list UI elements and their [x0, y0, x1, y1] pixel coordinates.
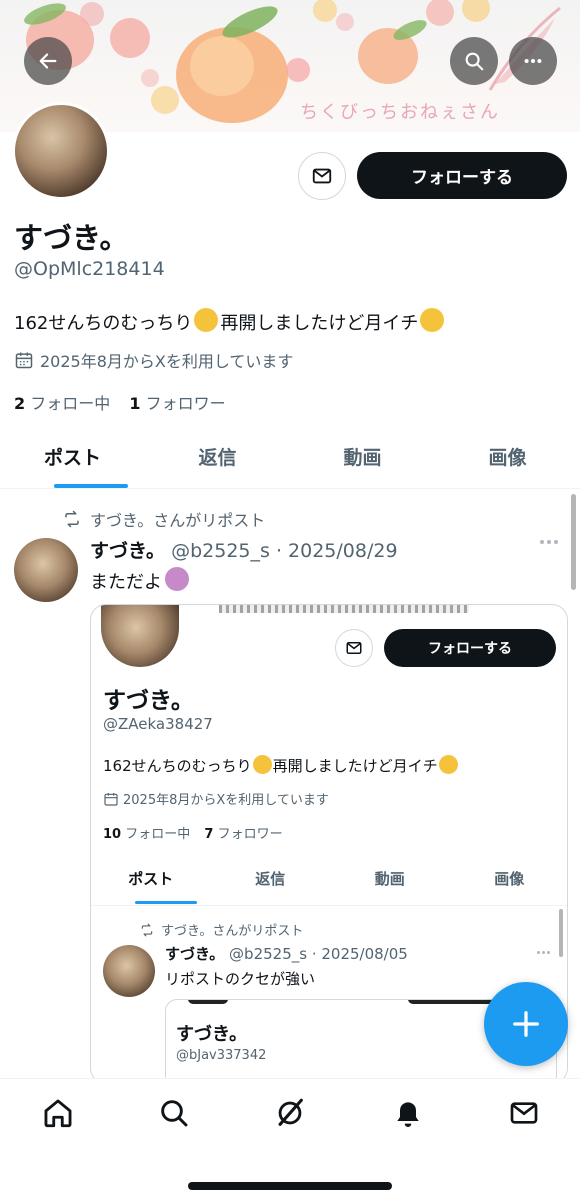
embed-tab-indicator — [135, 901, 197, 904]
embed-avatar — [101, 605, 179, 667]
shrug-emoji-icon — [165, 567, 189, 591]
embed-post-header: すづき。 @b2525_s · 2025/08/05 — [165, 945, 408, 963]
following-link[interactable]: 2 フォロー中 — [14, 394, 110, 413]
page-scrollbar[interactable] — [571, 494, 576, 590]
messages-icon — [510, 1102, 538, 1124]
profile-name: すづき。 — [14, 221, 129, 255]
embed-follow-button: フォローする — [384, 629, 556, 667]
compose-button[interactable] — [484, 982, 568, 1066]
repost-icon — [65, 510, 79, 528]
banner-caption: ちくびっちおねぇさん — [300, 102, 500, 123]
joined-text: 2025年8月からXを利用しています — [40, 352, 294, 371]
home-icon — [44, 1099, 72, 1128]
post-avatar[interactable] — [14, 538, 78, 602]
smirk-emoji-icon — [194, 308, 219, 332]
profile-avatar[interactable] — [12, 102, 110, 200]
post-text: まただよ — [90, 567, 189, 594]
repost-indicator: すづき。さんがリポスト — [62, 507, 265, 531]
embed-tab-videos: 動画 — [374, 870, 405, 888]
nav-notifications[interactable] — [390, 1095, 426, 1131]
profile-tabs: ポスト 返信 動画 画像 — [0, 443, 580, 470]
embed-tabs-divider — [91, 905, 567, 906]
pleading-emoji-icon — [420, 308, 445, 332]
followers-link[interactable]: 1 フォロワー — [129, 394, 225, 413]
profile-bio: 162せんちのむっちり 再開しましたけど月イチ — [14, 308, 445, 335]
tab-media[interactable]: 画像 — [435, 443, 580, 470]
embed-repost-indicator: すづき。さんがリポスト — [139, 920, 303, 939]
repost-icon — [141, 923, 153, 936]
envelope-icon — [346, 642, 362, 654]
embed-inner-name: すづき。 — [176, 1024, 248, 1045]
embed-message-button — [335, 629, 373, 667]
embed-joined: 2025年8月からXを利用しています — [103, 789, 329, 808]
nav-search[interactable] — [156, 1095, 192, 1131]
repost-label: すづき。さんがリポスト — [90, 511, 266, 530]
more-button[interactable] — [509, 37, 557, 85]
grok-icon — [278, 1098, 303, 1126]
envelope-icon — [312, 168, 332, 184]
pleading-emoji-icon — [438, 755, 458, 774]
follow-counts: 2 フォロー中 1 フォロワー — [14, 390, 226, 414]
more-icon — [524, 58, 542, 64]
search-icon — [161, 1100, 188, 1127]
profile-handle: @OpMlc218414 — [14, 258, 165, 280]
embed-tab-media: 画像 — [494, 870, 525, 888]
image-top-strip — [219, 605, 469, 613]
embed-tab-replies: 返信 — [255, 870, 286, 888]
home-indicator — [188, 1182, 392, 1190]
tab-posts[interactable]: ポスト — [0, 443, 145, 470]
embed-follow-counts: 10 フォロー中 7 フォロワー — [103, 827, 283, 842]
tab-videos[interactable]: 動画 — [290, 443, 435, 470]
post-header: すづき。 @b2525_s · 2025/08/29 — [90, 536, 398, 563]
bio-tail-text: 再開しましたけど月イチ — [220, 313, 419, 334]
joined-row: 2025年8月からXを利用しています — [14, 348, 293, 372]
embed-tabs: ポスト 返信 動画 画像 — [91, 868, 567, 889]
notifications-icon — [397, 1102, 419, 1127]
post-more-button[interactable] — [540, 540, 558, 544]
bio-text: 162せんちのむっちり — [14, 313, 193, 334]
embed-handle: @ZAeka38427 — [103, 715, 213, 733]
calendar-icon — [104, 792, 118, 806]
post-handle-date: @b2525_s · 2025/08/29 — [171, 540, 398, 562]
embed-name: すづき。 — [103, 688, 194, 714]
embed-scrollbar — [559, 909, 563, 957]
calendar-icon — [15, 352, 33, 369]
back-button[interactable] — [24, 37, 72, 85]
tabs-divider — [0, 488, 580, 489]
smirk-emoji-icon — [252, 755, 272, 774]
embed-bio: 162せんちのむっちり 再開しましたけど月イチ — [103, 755, 458, 776]
nav-messages[interactable] — [506, 1095, 542, 1131]
search-button[interactable] — [450, 37, 498, 85]
nav-grok[interactable] — [272, 1095, 308, 1131]
post-author-name[interactable]: すづき。 — [90, 540, 165, 562]
embed-post-text: リポストのクセが強い — [165, 970, 316, 988]
message-button[interactable] — [298, 152, 346, 200]
embed-post-more — [537, 951, 550, 954]
embed-inner-handle: @bJav337342 — [176, 1048, 267, 1063]
nav-home[interactable] — [40, 1095, 76, 1131]
embed-tab-posts: ポスト — [128, 870, 174, 888]
arrow-left-icon — [39, 53, 57, 69]
embed-post-avatar — [103, 945, 155, 997]
follow-button[interactable]: フォローする — [357, 152, 567, 199]
plus-icon — [513, 1011, 539, 1037]
tab-replies[interactable]: 返信 — [145, 443, 290, 470]
search-icon — [465, 52, 484, 71]
